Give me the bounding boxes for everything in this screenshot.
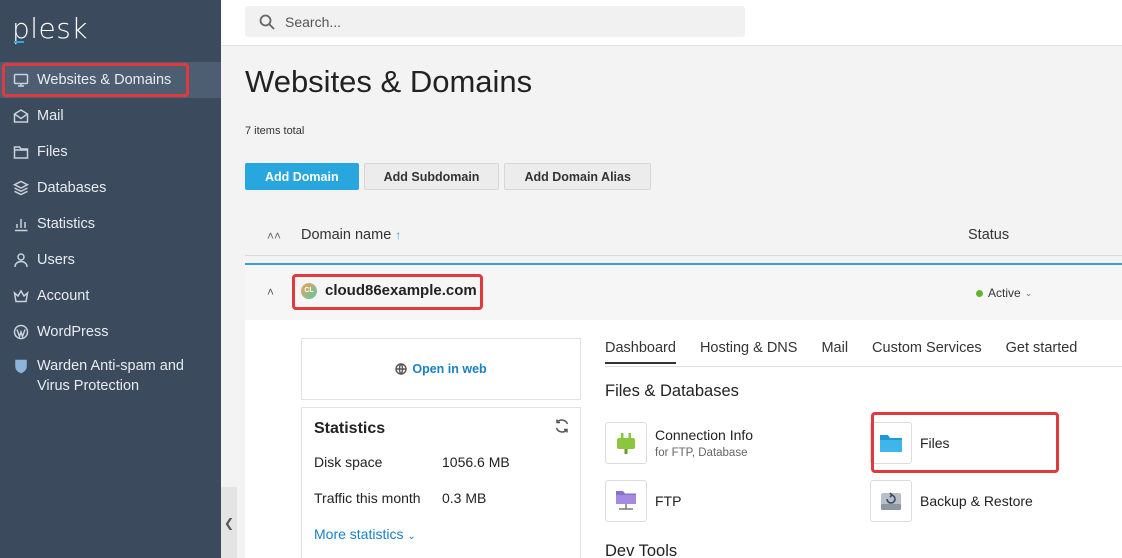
traffic-label: Traffic this month (314, 490, 421, 506)
open-in-web-link[interactable]: Open in web (301, 338, 581, 400)
sidebar-item-mail[interactable]: Mail (0, 98, 221, 134)
sort-asc-icon: ↑ (395, 228, 402, 242)
sidebar: plesk Websites & Domains Mail Files Data… (0, 0, 221, 558)
sidebar-item-label: Warden Anti-spam and Virus Protection (37, 358, 184, 394)
chevron-up-icon[interactable]: ˄ (267, 285, 274, 299)
sidebar-item-websites-domains[interactable]: Websites & Domains (0, 62, 221, 98)
sidebar-item-users[interactable]: Users (0, 242, 221, 278)
column-domain-name[interactable]: Domain name ↑ (301, 227, 401, 243)
sidebar-item-label: Databases (37, 180, 107, 196)
sidebar-item-label: Statistics (37, 216, 96, 232)
sidebar-item-statistics[interactable]: Statistics (0, 206, 221, 242)
sidebar-item-label: Files (37, 144, 68, 160)
tool-backup-restore[interactable]: Backup & Restore (870, 480, 1033, 522)
domain-link[interactable]: CL cloud86example.com (301, 282, 477, 299)
tool-subtitle: for FTP, Database (655, 447, 748, 459)
search-icon (259, 14, 275, 30)
sidebar-item-warden[interactable]: Warden Anti-spam and Virus Protection (0, 350, 221, 398)
domain-favicon: CL (301, 282, 317, 299)
column-label: Domain name (301, 227, 392, 243)
tab-custom-services[interactable]: Custom Services (872, 340, 982, 364)
database-icon (12, 179, 30, 197)
tool-connection-info[interactable]: Connection Info for FTP, Database (605, 422, 753, 464)
add-subdomain-button[interactable]: Add Subdomain (363, 163, 500, 190)
ftp-folder-icon (605, 480, 647, 522)
add-domain-alias-button[interactable]: Add Domain Alias (504, 163, 651, 190)
bar-chart-icon (12, 215, 30, 233)
items-total: 7 items total (245, 125, 305, 137)
tool-files[interactable]: Files (870, 422, 950, 464)
traffic-value: 0.3 MB (442, 490, 487, 506)
user-icon (12, 251, 30, 269)
topbar (221, 0, 1122, 46)
add-domain-button[interactable]: Add Domain (245, 163, 359, 190)
sidebar-item-label: Users (37, 252, 75, 268)
domain-tabs: Dashboard Hosting & DNS Mail Custom Serv… (605, 340, 1077, 364)
main-content: Websites & Domains 7 items total Add Dom… (237, 46, 1122, 558)
status-dropdown[interactable]: Active ⌄ (976, 286, 1032, 300)
tab-dashboard[interactable]: Dashboard (605, 340, 676, 364)
disk-space-label: Disk space (314, 454, 383, 470)
globe-icon (395, 363, 408, 375)
folder-icon (870, 422, 912, 464)
domain-detail: Open in web Statistics Disk space 1056.6… (245, 320, 1122, 558)
sidebar-item-label: Account (37, 288, 90, 304)
search-box[interactable] (245, 6, 745, 37)
chevron-left-icon: ❮ (223, 515, 235, 530)
tool-name: FTP (655, 493, 682, 509)
sidebar-item-wordpress[interactable]: WordPress (0, 314, 221, 350)
sidebar-item-label: WordPress (37, 324, 109, 340)
sidebar-item-files[interactable]: Files (0, 134, 221, 170)
wordpress-icon (12, 323, 30, 341)
tabs-divider (605, 366, 1122, 367)
open-in-web-label: Open in web (412, 362, 487, 376)
tool-name: Files (920, 435, 950, 451)
sidebar-nav: Websites & Domains Mail Files Databases … (0, 62, 221, 398)
plug-icon (605, 422, 647, 464)
toolbar: Add Domain Add Subdomain Add Domain Alia… (245, 163, 651, 190)
folder-icon (12, 143, 30, 161)
more-statistics-link[interactable]: More statistics ⌄ (314, 526, 416, 542)
mail-icon (12, 107, 30, 125)
disk-space-value: 1056.6 MB (442, 454, 510, 470)
status-dot-icon (976, 289, 983, 297)
sidebar-item-databases[interactable]: Databases (0, 170, 221, 206)
refresh-icon[interactable] (554, 418, 570, 434)
domain-row: ˄ CL cloud86example.com Active ⌄ (245, 263, 1122, 320)
status-text: Active (988, 286, 1021, 300)
statistics-title: Statistics (314, 420, 386, 437)
monitor-icon (12, 71, 30, 89)
search-input[interactable] (285, 13, 685, 30)
tool-ftp[interactable]: FTP (605, 480, 681, 522)
tab-mail[interactable]: Mail (821, 340, 848, 364)
section-files-databases: Files & Databases (605, 382, 739, 400)
list-header: ˄˄ Domain name ↑ Status (245, 216, 1122, 256)
tool-name: Backup & Restore (920, 493, 1033, 509)
chevron-down-icon: ⌄ (407, 531, 416, 542)
sidebar-item-label: Mail (37, 108, 64, 124)
sidebar-item-account[interactable]: Account (0, 278, 221, 314)
backup-drive-icon (870, 480, 912, 522)
domain-name: cloud86example.com (325, 282, 477, 299)
sidebar-item-label: Websites & Domains (37, 72, 172, 88)
tool-name: Connection Info (655, 427, 754, 443)
more-statistics-label: More statistics (314, 526, 404, 542)
crown-icon (12, 287, 30, 305)
page-title: Websites & Domains (245, 64, 533, 99)
sidebar-collapse-handle[interactable]: ❮ (221, 487, 237, 558)
tab-hosting-dns[interactable]: Hosting & DNS (700, 340, 798, 364)
tab-get-started[interactable]: Get started (1006, 340, 1078, 364)
statistics-card: Statistics Disk space 1056.6 MB Traffic … (301, 407, 581, 558)
collapse-all-icon[interactable]: ˄˄ (267, 229, 281, 243)
column-status[interactable]: Status (968, 227, 1009, 243)
shield-icon (12, 357, 30, 375)
chevron-down-icon: ⌄ (1024, 287, 1033, 298)
logo-accent (14, 41, 24, 43)
section-dev-tools: Dev Tools (605, 542, 678, 558)
